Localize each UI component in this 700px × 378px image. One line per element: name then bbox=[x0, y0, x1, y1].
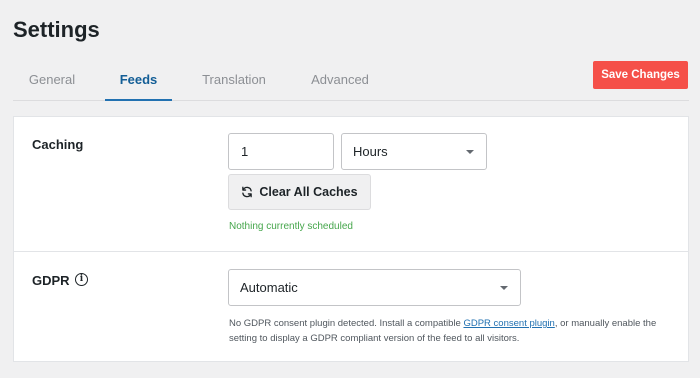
cache-interval-input[interactable]: 1 bbox=[228, 133, 334, 170]
tab-general[interactable]: General bbox=[13, 60, 91, 100]
clear-all-caches-button[interactable]: Clear All Caches bbox=[228, 174, 371, 210]
refresh-icon bbox=[242, 186, 253, 198]
chevron-down-icon bbox=[466, 149, 474, 154]
cache-interval-value: 1 bbox=[241, 144, 249, 159]
gdpr-label: GDPR bbox=[32, 273, 70, 288]
tab-bar: General Feeds Translation Advanced bbox=[13, 60, 689, 101]
cache-unit-select[interactable]: Hours bbox=[341, 133, 487, 170]
info-icon[interactable]: i bbox=[75, 273, 88, 286]
tab-translation[interactable]: Translation bbox=[190, 60, 278, 100]
page-title: Settings bbox=[13, 17, 100, 42]
chevron-down-icon bbox=[500, 285, 508, 290]
cache-status-text: Nothing currently scheduled bbox=[229, 221, 353, 232]
cache-unit-selected: Hours bbox=[353, 144, 388, 159]
gdpr-mode-selected: Automatic bbox=[240, 280, 298, 295]
settings-card: Caching 1 Hours Clear All Caches Nothing… bbox=[13, 116, 689, 362]
tab-advanced[interactable]: Advanced bbox=[301, 60, 379, 100]
gdpr-help-text: No GDPR consent plugin detected. Install… bbox=[229, 316, 669, 346]
tab-feeds[interactable]: Feeds bbox=[105, 60, 172, 101]
gdpr-help-before: No GDPR consent plugin detected. Install… bbox=[229, 318, 464, 329]
row-divider bbox=[14, 251, 688, 252]
caching-label: Caching bbox=[32, 137, 84, 152]
gdpr-mode-select[interactable]: Automatic bbox=[228, 269, 521, 306]
save-changes-button[interactable]: Save Changes bbox=[593, 61, 688, 89]
clear-all-caches-label: Clear All Caches bbox=[259, 185, 358, 199]
gdpr-consent-plugin-link[interactable]: GDPR consent plugin bbox=[463, 318, 554, 329]
